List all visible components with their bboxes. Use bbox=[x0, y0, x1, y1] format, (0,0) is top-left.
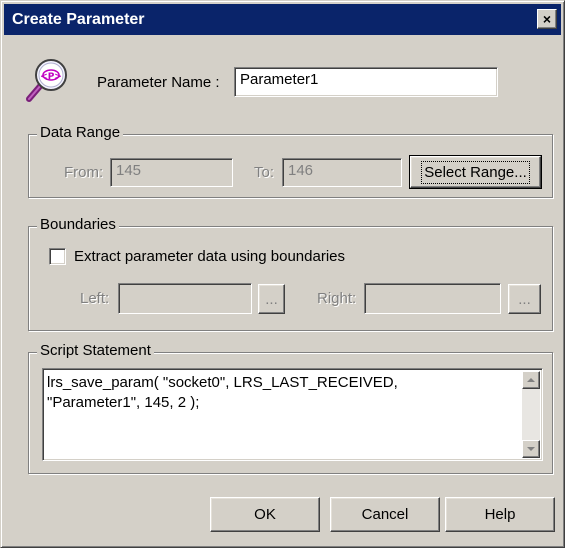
magnifier-param-icon: <P> bbox=[23, 55, 71, 103]
scroll-down-button[interactable] bbox=[522, 440, 540, 458]
to-label: To: bbox=[254, 164, 275, 181]
from-value: 145 bbox=[116, 162, 142, 179]
cancel-label: Cancel bbox=[361, 506, 409, 523]
select-range-label: Select Range... bbox=[421, 160, 530, 184]
right-browse-button[interactable]: ... bbox=[508, 284, 541, 314]
help-button[interactable]: Help bbox=[445, 497, 555, 532]
ok-label: OK bbox=[254, 506, 276, 523]
script-scrollbar[interactable] bbox=[522, 371, 540, 458]
svg-text:<P>: <P> bbox=[40, 72, 62, 82]
help-label: Help bbox=[484, 506, 516, 523]
extract-boundaries-label[interactable]: Extract parameter data using boundaries bbox=[74, 248, 345, 265]
right-boundary-input[interactable] bbox=[364, 283, 501, 314]
data-range-title: Data Range bbox=[37, 124, 124, 141]
scroll-down-icon bbox=[527, 447, 535, 451]
left-browse-label: ... bbox=[265, 290, 278, 308]
select-range-button[interactable]: Select Range... bbox=[409, 155, 542, 189]
script-statement-title: Script Statement bbox=[37, 342, 154, 359]
boundaries-title: Boundaries bbox=[37, 216, 119, 233]
parameter-name-label: Parameter Name : bbox=[97, 74, 220, 91]
from-input[interactable]: 145 bbox=[110, 158, 233, 187]
cancel-button[interactable]: Cancel bbox=[330, 497, 440, 532]
ok-button[interactable]: OK bbox=[210, 497, 320, 532]
to-value: 146 bbox=[288, 162, 314, 179]
right-browse-label: ... bbox=[518, 290, 531, 308]
script-statement-text: lrs_save_param( "socket0", LRS_LAST_RECE… bbox=[47, 374, 398, 411]
create-parameter-dialog: Create Parameter × <P> Parameter Name : … bbox=[0, 0, 565, 548]
extract-boundaries-checkbox[interactable] bbox=[49, 248, 66, 265]
parameter-name-input[interactable]: Parameter1 bbox=[234, 67, 498, 97]
right-label: Right: bbox=[317, 290, 357, 307]
scroll-up-icon bbox=[527, 378, 535, 382]
left-browse-button[interactable]: ... bbox=[258, 284, 285, 314]
from-label: From: bbox=[64, 164, 104, 181]
title-bar[interactable]: Create Parameter × bbox=[4, 4, 561, 35]
parameter-name-value: Parameter1 bbox=[240, 71, 319, 88]
scroll-up-button[interactable] bbox=[522, 371, 540, 389]
left-boundary-input[interactable] bbox=[118, 283, 252, 314]
script-statement-textarea[interactable]: lrs_save_param( "socket0", LRS_LAST_RECE… bbox=[42, 368, 543, 461]
left-label: Left: bbox=[80, 290, 110, 307]
dialog-title: Create Parameter bbox=[12, 10, 145, 28]
close-icon: × bbox=[542, 11, 552, 27]
boundaries-group: Boundaries bbox=[28, 216, 553, 331]
close-button[interactable]: × bbox=[537, 9, 557, 29]
to-input[interactable]: 146 bbox=[282, 158, 402, 187]
